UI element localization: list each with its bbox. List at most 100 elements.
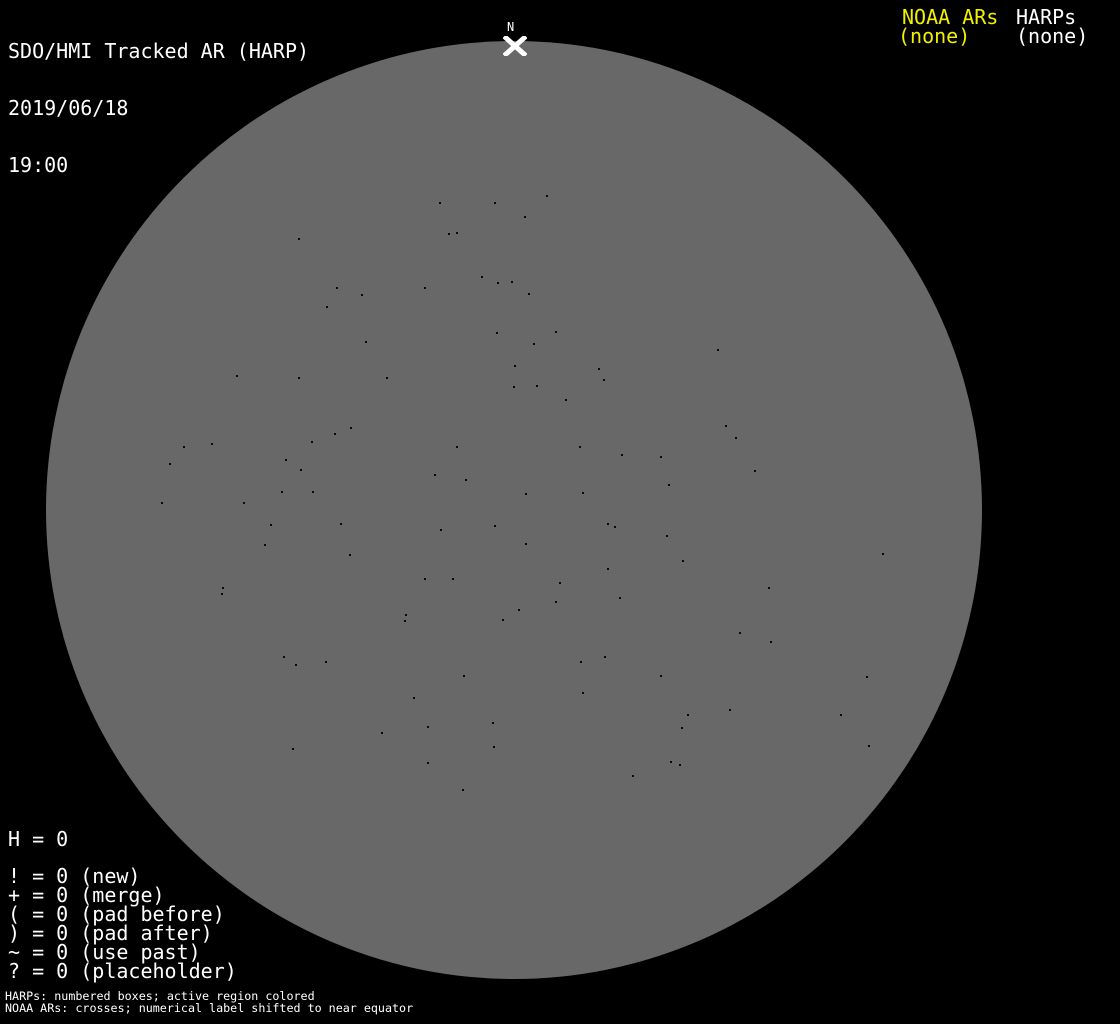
magnetogram-speckle	[607, 568, 609, 570]
footer-noaa-note: NOAA ARs: crosses; numerical label shift…	[5, 1001, 414, 1015]
magnetogram-speckle	[424, 578, 426, 580]
magnetogram-speckle	[295, 664, 297, 666]
magnetogram-speckle	[336, 287, 338, 289]
magnetogram-speckle	[404, 620, 406, 622]
magnetogram-speckle	[298, 377, 300, 379]
magnetogram-speckle	[283, 656, 285, 658]
magnetogram-speckle	[427, 726, 429, 728]
magnetogram-speckle	[452, 578, 454, 580]
magnetogram-speckle	[340, 523, 342, 525]
magnetogram-speckle	[326, 306, 328, 308]
magnetogram-speckle	[281, 491, 283, 493]
magnetogram-speckle	[619, 597, 621, 599]
magnetogram-speckle	[349, 554, 351, 556]
noaa-ars-value: (none)	[898, 24, 971, 48]
magnetogram-speckle	[682, 560, 684, 562]
legend-item-placeholder: ? = 0 (placeholder)	[8, 959, 237, 983]
magnetogram-speckle	[311, 441, 313, 443]
magnetogram-speckle	[840, 714, 842, 716]
magnetogram-speckle	[681, 727, 683, 729]
magnetogram-speckle	[525, 543, 527, 545]
magnetogram-speckle	[582, 492, 584, 494]
magnetogram-speckle	[632, 775, 634, 777]
magnetogram-speckle	[717, 349, 719, 351]
footer-caption: HARPs: numbered boxes; active region col…	[5, 990, 413, 1014]
magnetogram-speckle	[481, 276, 483, 278]
magnetogram-speckle	[603, 379, 605, 381]
magnetogram-speckle	[754, 470, 756, 472]
north-pole-label: N	[507, 20, 515, 34]
magnetogram-speckle	[236, 375, 238, 377]
magnetogram-speckle	[735, 437, 737, 439]
magnetogram-speckle	[660, 456, 662, 458]
magnetogram-speckle	[770, 641, 772, 643]
magnetogram-speckle	[525, 493, 527, 495]
magnetogram-speckle	[264, 544, 266, 546]
magnetogram-speckle	[524, 216, 526, 218]
magnetogram-speckle	[607, 523, 609, 525]
magnetogram-speckle	[183, 446, 185, 448]
magnetogram-speckle	[292, 748, 294, 750]
magnetogram-speckle	[424, 287, 426, 289]
magnetogram-speckle	[456, 446, 458, 448]
magnetogram-speckle	[598, 368, 600, 370]
magnetogram-speckle	[555, 601, 557, 603]
harps-value: (none)	[1016, 24, 1089, 48]
magnetogram-speckle	[513, 386, 515, 388]
magnetogram-speckle	[729, 709, 731, 711]
magnetogram-speckle	[582, 692, 584, 694]
magnetogram-speckle	[668, 484, 670, 486]
magnetogram-speckle	[868, 745, 870, 747]
title-block: SDO/HMI Tracked AR (HARP) 2019/06/18 19:…	[8, 4, 309, 213]
magnetogram-speckle	[361, 294, 363, 296]
magnetogram-speckle	[660, 675, 662, 677]
magnetogram-speckle	[546, 195, 548, 197]
magnetogram-speckle	[161, 502, 163, 504]
magnetogram-speckle	[456, 232, 458, 234]
magnetogram-speckle	[221, 593, 223, 595]
plot-title: SDO/HMI Tracked AR (HARP)	[8, 39, 310, 63]
magnetogram-speckle	[496, 332, 498, 334]
magnetogram-speckle	[211, 443, 213, 445]
magnetogram-speckle	[621, 454, 623, 456]
magnetogram-speckle	[679, 764, 681, 766]
magnetogram-speckle	[298, 238, 300, 240]
magnetogram-speckle	[580, 661, 582, 663]
magnetogram-speckle	[579, 446, 581, 448]
magnetogram-speckle	[465, 479, 467, 481]
magnetogram-speckle	[312, 491, 314, 493]
magnetogram-speckle	[670, 761, 672, 763]
magnetogram-speckle	[243, 502, 245, 504]
plot-time: 19:00	[8, 153, 69, 177]
magnetogram-speckle	[559, 582, 561, 584]
north-pole-cross-icon	[503, 36, 527, 56]
magnetogram-speckle	[462, 789, 464, 791]
magnetogram-speckle	[270, 524, 272, 526]
plot-date: 2019/06/18	[8, 96, 129, 120]
magnetogram-speckle	[325, 661, 327, 663]
magnetogram-speckle	[514, 365, 516, 367]
magnetogram-speckle	[666, 535, 668, 537]
magnetogram-speckle	[614, 526, 616, 528]
magnetogram-speckle	[493, 746, 495, 748]
magnetogram-speckle	[494, 202, 496, 204]
magnetogram-speckle	[882, 553, 884, 555]
magnetogram-speckle	[555, 331, 557, 333]
magnetogram-speckle	[334, 433, 336, 435]
magnetogram-speckle	[536, 385, 538, 387]
harp-fulldisk-plot: N SDO/HMI Tracked AR (HARP) 2019/06/18 1…	[0, 0, 1120, 1024]
magnetogram-speckle	[768, 587, 770, 589]
magnetogram-speckle	[300, 469, 302, 471]
legend-harp-count: H = 0	[8, 827, 69, 851]
magnetogram-speckle	[222, 587, 224, 589]
magnetogram-speckle	[365, 341, 367, 343]
magnetogram-speckle	[687, 714, 689, 716]
magnetogram-speckle	[494, 525, 496, 527]
magnetogram-speckle	[565, 399, 567, 401]
magnetogram-speckle	[492, 722, 494, 724]
magnetogram-speckle	[533, 343, 535, 345]
magnetogram-speckle	[866, 676, 868, 678]
magnetogram-speckle	[502, 619, 504, 621]
legend-symbol-key: ! = 0 (new) + = 0 (merge) ( = 0 (pad bef…	[8, 866, 237, 983]
magnetogram-speckle	[463, 675, 465, 677]
